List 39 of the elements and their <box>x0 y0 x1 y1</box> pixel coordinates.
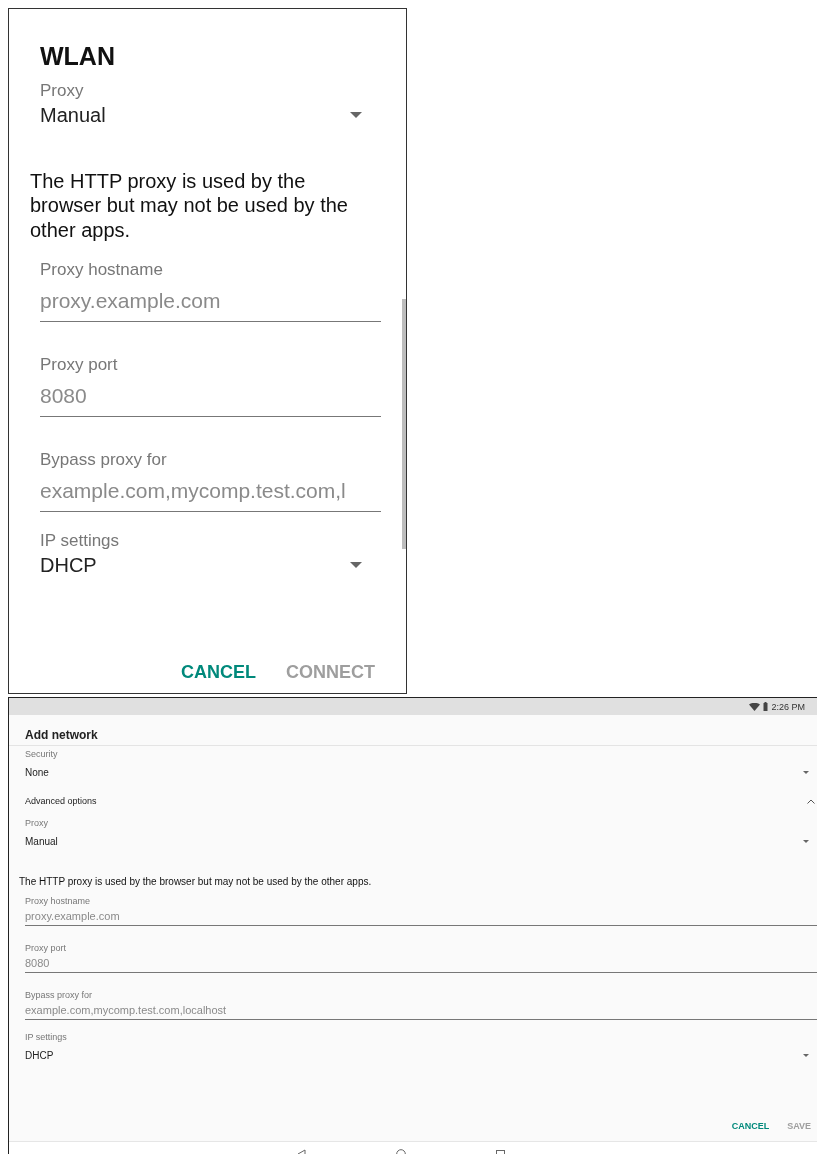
input-field[interactable]: example.com,mycomp.test.com,l <box>40 470 381 513</box>
dropdown[interactable]: Manual <box>9 828 817 854</box>
input-field[interactable]: proxy.example.com <box>25 906 817 927</box>
dropdown-arrow-icon[interactable] <box>803 839 809 843</box>
dropdown[interactable]: DHCP <box>9 1042 817 1069</box>
dropdown[interactable]: None <box>9 759 817 785</box>
info-text: The HTTP proxy is used by the browser but may not be used by the other apps. <box>18 876 373 889</box>
dropdown-arrow-icon[interactable] <box>350 562 362 569</box>
field-label: Proxy <box>24 817 49 828</box>
field-label: Proxy hostname <box>24 895 92 907</box>
dropdown-arrow-icon[interactable] <box>803 770 809 774</box>
dropdown[interactable]: DHCP <box>9 551 406 580</box>
dialog-title: Add network <box>9 715 817 746</box>
dropdown[interactable]: Manual <box>9 101 406 129</box>
field-label: Bypass proxy for <box>24 989 94 1001</box>
field-label: Proxy port <box>39 354 119 376</box>
field-label: IP settings <box>39 530 121 552</box>
wifi-icon <box>749 702 761 711</box>
dropdown-arrow-icon[interactable] <box>350 112 362 118</box>
input-field[interactable]: example.com,mycomp.test.com,localhost <box>25 1000 817 1021</box>
battery-icon <box>763 702 769 711</box>
input-field[interactable]: proxy.example.com <box>40 280 381 323</box>
scrollbar[interactable] <box>402 299 406 549</box>
input-field[interactable]: 8080 <box>40 375 381 418</box>
field-label: Security <box>24 748 59 759</box>
status-time: 2:26 PM <box>771 701 805 712</box>
dialog-button[interactable]: CANCEL <box>731 1119 770 1133</box>
field-label: Proxy port <box>24 942 67 954</box>
field-label: Bypass proxy for <box>39 449 168 471</box>
expander-row[interactable]: Advanced options <box>9 787 817 815</box>
info-text: The HTTP proxy is used by the browser but may not be used by the other apps. <box>29 169 349 243</box>
field-label: Proxy hostname <box>39 259 164 281</box>
field-label: IP settings <box>24 1031 68 1043</box>
input-field[interactable]: 8080 <box>25 953 817 974</box>
dialog-title: WLAN <box>39 41 116 72</box>
chevron-up-icon <box>807 798 815 804</box>
dialog-button[interactable]: CANCEL <box>181 660 256 685</box>
field-label: Proxy <box>39 80 85 101</box>
dropdown-arrow-icon[interactable] <box>803 1053 809 1057</box>
